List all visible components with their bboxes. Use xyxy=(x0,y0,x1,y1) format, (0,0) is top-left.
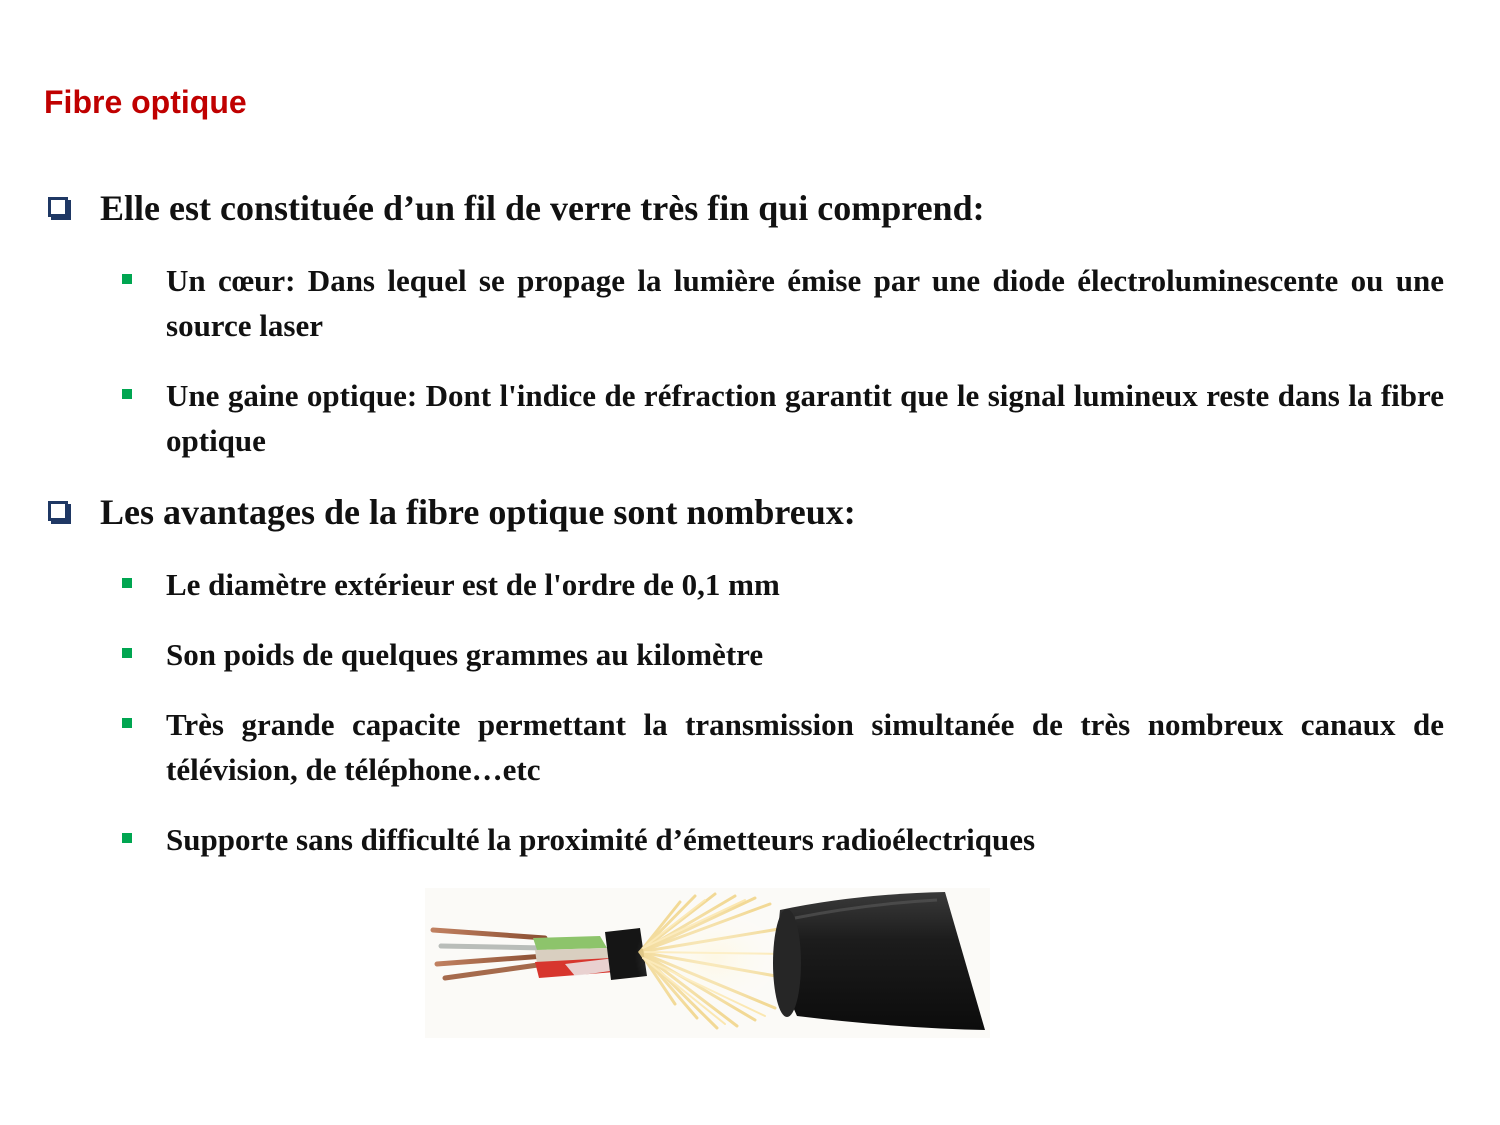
heading-text: Elle est constituée d’un fil de verre tr… xyxy=(100,188,985,228)
list-item-text: Un cœur: Dans lequel se propage la lumiè… xyxy=(166,263,1444,343)
slide: Fibre optique Elle est constituée d’un f… xyxy=(0,0,1500,1125)
list-item-text: Très grande capacite permettant la trans… xyxy=(166,707,1444,787)
slide-title: Fibre optique xyxy=(44,84,247,120)
green-square-bullet-icon xyxy=(122,389,132,399)
list-item-text: Supporte sans difficulté la proximité d’… xyxy=(166,822,1036,857)
list-item-text: Une gaine optique: Dont l'indice de réfr… xyxy=(166,378,1444,458)
list-item-text: Son poids de quelques grammes au kilomèt… xyxy=(166,637,764,672)
green-square-bullet-icon xyxy=(122,648,132,658)
green-square-bullet-icon xyxy=(122,718,132,728)
green-square-bullet-icon xyxy=(122,274,132,284)
heading-text: Les avantages de la fibre optique sont n… xyxy=(100,492,856,532)
checkbox-square-icon xyxy=(48,197,71,220)
list-item-text: Le diamètre extérieur est de l'ordre de … xyxy=(166,567,780,602)
checkbox-square-icon xyxy=(48,501,71,524)
green-square-bullet-icon xyxy=(122,833,132,843)
fiber-optic-cable-photo xyxy=(425,888,990,1038)
green-square-bullet-icon xyxy=(122,578,132,588)
